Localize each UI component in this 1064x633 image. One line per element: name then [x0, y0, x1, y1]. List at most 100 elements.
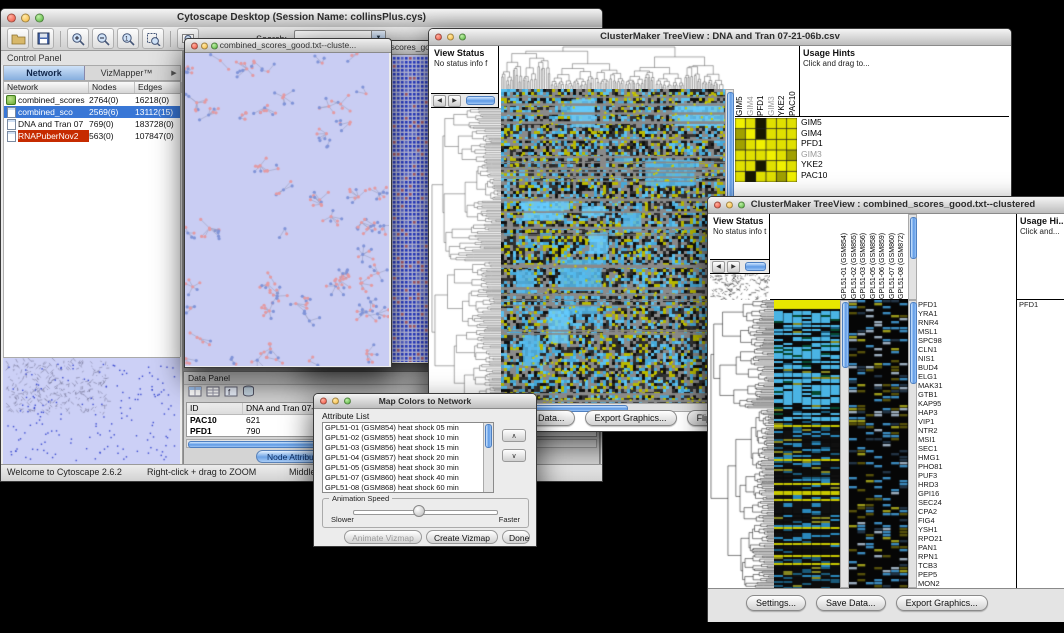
- close-button[interactable]: [191, 42, 198, 49]
- gene-label[interactable]: SEC24: [918, 498, 1014, 507]
- attribute-table-icon[interactable]: [206, 384, 220, 402]
- open-icon[interactable]: [7, 28, 29, 49]
- zoom-button[interactable]: [344, 398, 351, 405]
- combined-heatmap-main-canvas[interactable]: [774, 300, 840, 588]
- column-id[interactable]: ID: [187, 403, 243, 414]
- minimize-button[interactable]: [21, 14, 30, 23]
- labels-vscrollbar[interactable]: [908, 214, 917, 300]
- list-item[interactable]: GPL51-05 (GSM858) heat shock 30 min: [323, 463, 484, 473]
- save-icon[interactable]: [32, 28, 54, 49]
- gene-label[interactable]: PAN1: [918, 543, 1014, 552]
- gene-label[interactable]: GIM5: [801, 117, 851, 128]
- scrollbar-thumb[interactable]: [485, 424, 492, 448]
- detail-vscrollbar[interactable]: [908, 300, 917, 588]
- close-button[interactable]: [320, 398, 327, 405]
- gene-label[interactable]: NIS1: [918, 354, 1014, 363]
- treeview-combined-titlebar[interactable]: ClusterMaker TreeView : combined_scores_…: [708, 197, 1064, 214]
- speed-slider[interactable]: [353, 510, 498, 515]
- treeview-button[interactable]: Settings...: [746, 595, 806, 611]
- list-vscrollbar[interactable]: [483, 423, 493, 492]
- gene-label[interactable]: YRA1: [918, 309, 1014, 318]
- close-button[interactable]: [7, 14, 16, 23]
- gene-label[interactable]: RNR4: [918, 318, 1014, 327]
- minimize-button[interactable]: [332, 398, 339, 405]
- minimize-button[interactable]: [447, 34, 454, 41]
- column-label[interactable]: PFD1: [756, 46, 767, 116]
- mini-scrollbar[interactable]: [745, 262, 766, 271]
- attribute-function-icon[interactable]: f: [224, 384, 238, 402]
- treeview-dna-titlebar[interactable]: ClusterMaker TreeView : DNA and Tran 07-…: [429, 29, 1011, 46]
- gene-label[interactable]: VIP1: [918, 417, 1014, 426]
- tab-vizmapper[interactable]: VizMapper™: [85, 66, 168, 80]
- gene-label[interactable]: MSL1: [918, 327, 1014, 336]
- list-item[interactable]: GPL51-04 (GSM857) heat shock 20 min: [323, 453, 484, 463]
- tab-overflow-arrow-icon[interactable]: ▶: [168, 66, 180, 80]
- tab-network[interactable]: Network: [4, 66, 85, 80]
- minimize-button[interactable]: [201, 42, 208, 49]
- treeview-button[interactable]: Save Data...: [816, 595, 886, 611]
- move-down-button[interactable]: ∨: [502, 449, 526, 462]
- dna-row-dendrogram-canvas[interactable]: [431, 108, 501, 403]
- zoom-button[interactable]: [35, 14, 44, 23]
- column-label[interactable]: PAC10: [788, 46, 799, 116]
- network-canvas[interactable]: [185, 53, 389, 366]
- dna-correlation-matrix-canvas[interactable]: [735, 118, 797, 182]
- network-row[interactable]: RNAPuberNov2 563(0) 107847(0): [4, 130, 180, 142]
- network-overview-canvas[interactable]: [3, 357, 180, 464]
- gene-label[interactable]: GIM3: [801, 149, 851, 160]
- dna-col-dendrogram-canvas[interactable]: [501, 46, 725, 89]
- gene-label[interactable]: CLN1: [918, 345, 1014, 354]
- gene-label[interactable]: TCB3: [918, 561, 1014, 570]
- gene-label[interactable]: PAC10: [801, 170, 851, 181]
- global-vscrollbar[interactable]: [840, 300, 849, 588]
- gene-label[interactable]: MAK31: [918, 381, 1014, 390]
- scroll-right-icon[interactable]: ▶: [448, 95, 461, 107]
- dna-heatmap-canvas[interactable]: [501, 89, 725, 403]
- gene-label[interactable]: MSI1: [918, 435, 1014, 444]
- done-button[interactable]: Done: [502, 530, 530, 544]
- column-nodes[interactable]: Nodes: [89, 82, 135, 93]
- combined-heatmap-global-canvas[interactable]: [849, 300, 908, 588]
- column-network[interactable]: Network: [4, 82, 89, 93]
- gene-label[interactable]: CPA2: [918, 507, 1014, 516]
- scroll-left-icon[interactable]: ◀: [433, 95, 446, 107]
- gene-label[interactable]: SPC98: [918, 336, 1014, 345]
- list-item[interactable]: GPL51-08 (GSM868) heat shock 60 min: [323, 483, 484, 493]
- treeview-button[interactable]: Export Graphics...: [585, 410, 677, 426]
- column-label[interactable]: YKE2: [777, 46, 788, 116]
- zoom-actual-icon[interactable]: 1: [117, 28, 139, 49]
- gene-label[interactable]: PEP5: [918, 570, 1014, 579]
- combined-mini-dendrogram-canvas[interactable]: [710, 274, 770, 300]
- column-label[interactable]: GPL51-07 (GSM860): [888, 214, 898, 299]
- gene-label[interactable]: PUF3: [918, 471, 1014, 480]
- gene-label[interactable]: PFD1: [801, 138, 851, 149]
- column-label[interactable]: GIM3: [767, 46, 778, 116]
- create-vizmap-button[interactable]: Create Vizmap: [426, 530, 498, 544]
- gene-label[interactable]: RPO21: [918, 534, 1014, 543]
- zoom-button[interactable]: [738, 202, 745, 209]
- network-row[interactable]: DNA and Tran 07 769(0) 183728(0): [4, 118, 180, 130]
- network-row[interactable]: combined_sco 2569(6) 13112(15): [4, 106, 180, 118]
- gene-label[interactable]: GIM4: [801, 128, 851, 139]
- mini-scrollbar[interactable]: [466, 96, 495, 105]
- animate-vizmap-button[interactable]: Animate Vizmap: [344, 530, 422, 544]
- zoom-button[interactable]: [211, 42, 218, 49]
- column-label[interactable]: GPL51-05 (GSM858): [869, 214, 879, 299]
- column-label[interactable]: GIM5: [735, 46, 746, 116]
- scroll-left-icon[interactable]: ◀: [712, 261, 725, 273]
- treeview-button[interactable]: Export Graphics...: [896, 595, 988, 611]
- list-item[interactable]: GPL51-01 (GSM854) heat shock 05 min: [323, 423, 484, 433]
- column-label[interactable]: GIM4: [746, 46, 757, 116]
- zoom-fit-icon[interactable]: [142, 28, 164, 49]
- network-row[interactable]: combined_scores 2764(0) 16218(0): [4, 94, 180, 106]
- network-window-titlebar[interactable]: combined_scores_good.txt--cluste...: [185, 39, 391, 53]
- column-label[interactable]: GPL51-01 (GSM854): [840, 214, 850, 299]
- list-item[interactable]: GPL51-02 (GSM855) heat shock 10 min: [323, 433, 484, 443]
- scrollbar-thumb[interactable]: [910, 217, 917, 259]
- database-icon[interactable]: [242, 384, 255, 402]
- gene-label[interactable]: KAP95: [918, 399, 1014, 408]
- close-button[interactable]: [435, 34, 442, 41]
- scrollbar-thumb[interactable]: [910, 302, 917, 384]
- list-item[interactable]: GPL51-07 (GSM860) heat shock 40 min: [323, 473, 484, 483]
- gene-label[interactable]: PFD1: [1017, 300, 1064, 309]
